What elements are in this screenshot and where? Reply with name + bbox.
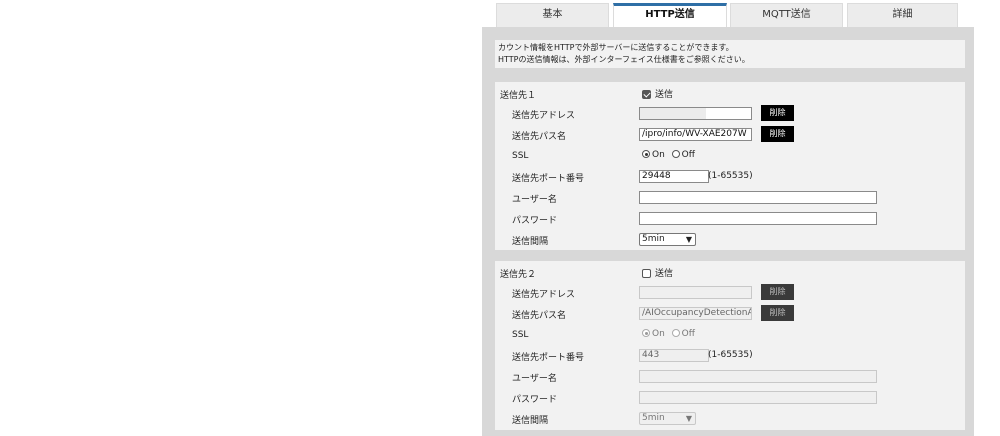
destination-1-password-input[interactable] — [639, 212, 877, 225]
destination-1-port-label: 送信先ポート番号 — [512, 174, 585, 184]
destination-2-interval-value: 5min — [642, 413, 665, 423]
destination-2-interval-select[interactable]: 5min ▼ — [639, 412, 696, 425]
description-line-2: HTTPの送信情報は、外部インターフェイス仕様書をご参照ください。 — [498, 55, 750, 64]
description-line-1: カウント情報をHTTPで外部サーバーに送信することができます。 — [498, 43, 734, 52]
destination-1-ssl-off-label: Off — [681, 150, 695, 160]
destination-1-enable[interactable]: 送信 — [642, 87, 673, 100]
destination-2-ssl-on-label: On — [652, 329, 665, 339]
destination-2-enable[interactable]: 送信 — [642, 266, 673, 279]
destination-1-password-label: パスワード — [512, 216, 558, 226]
destination-1-ssl-off-radio[interactable] — [671, 150, 680, 158]
tab-http-send[interactable]: HTTP送信 — [613, 3, 727, 27]
destination-2-port-input[interactable]: 443 — [639, 349, 709, 362]
chevron-down-icon: ▼ — [685, 235, 692, 244]
destination-1-interval-label: 送信間隔 — [512, 237, 549, 247]
destination-1-port-range: (1-65535) — [708, 171, 753, 181]
description-box: カウント情報をHTTPで外部サーバーに送信することができます。 HTTPの送信情… — [495, 40, 965, 68]
destination-1-path-delete-button[interactable]: 削除 — [761, 126, 794, 142]
destination-2-send-label: 送信 — [655, 269, 674, 279]
destination-1-address-label: 送信先アドレス — [512, 111, 576, 121]
destination-1-send-checkbox[interactable] — [642, 90, 651, 99]
destination-2-path-input[interactable]: /AIOccupancyDetectionAp — [639, 307, 752, 320]
destination-2-port-range: (1-65535) — [708, 350, 753, 360]
destination-2-ssl-off-radio[interactable] — [671, 329, 680, 337]
destination-1-interval-value: 5min — [642, 234, 665, 244]
destination-1-address-delete-button[interactable]: 削除 — [761, 105, 794, 121]
destination-1-username-input[interactable] — [639, 191, 877, 204]
destination-2-address-label: 送信先アドレス — [512, 290, 576, 300]
destination-2-address-input[interactable] — [639, 286, 752, 299]
destination-2-password-label: パスワード — [512, 395, 558, 405]
destination-2-ssl-label: SSL — [512, 330, 529, 340]
tab-bar: 基本 HTTP送信 MQTT送信 詳細 — [496, 3, 958, 27]
destination-1-title: 送信先１ — [500, 91, 537, 101]
destination-2-ssl-off-label: Off — [681, 329, 695, 339]
destination-2-path-label: 送信先パス名 — [512, 311, 567, 321]
destination-1-path-input[interactable]: /ipro/info/WV-XAE207W — [639, 128, 752, 141]
chevron-down-icon: ▼ — [685, 414, 692, 423]
tab-basic[interactable]: 基本 — [496, 3, 609, 27]
destination-2-path-delete-button[interactable]: 削除 — [761, 305, 794, 321]
tab-mqtt-send[interactable]: MQTT送信 — [730, 3, 843, 27]
destination-1-ssl-options: On Off — [642, 150, 695, 160]
destination-2-ssl-on-radio[interactable] — [642, 329, 650, 337]
destination-1-username-label: ユーザー名 — [512, 195, 557, 205]
tab-details[interactable]: 詳細 — [847, 3, 958, 27]
destination-2-ssl-options: On Off — [642, 329, 695, 339]
destination-1-interval-select[interactable]: 5min ▼ — [639, 233, 696, 246]
destination-1-section: 送信先１ 送信 送信先アドレス 削除 送信先パス名 /ipro/info/WV-… — [495, 82, 965, 250]
destination-2-port-label: 送信先ポート番号 — [512, 353, 585, 363]
destination-1-port-input[interactable]: 29448 — [639, 170, 709, 183]
destination-2-password-input[interactable] — [639, 391, 877, 404]
destination-2-interval-label: 送信間隔 — [512, 416, 549, 426]
destination-2-username-label: ユーザー名 — [512, 374, 557, 384]
destination-2-username-input[interactable] — [639, 370, 877, 383]
destination-1-ssl-label: SSL — [512, 151, 529, 161]
destination-1-address-input[interactable] — [639, 107, 752, 120]
destination-2-section: 送信先２ 送信 送信先アドレス 削除 送信先パス名 /AIOccupancyDe… — [495, 261, 965, 430]
destination-2-address-delete-button[interactable]: 削除 — [761, 284, 794, 300]
destination-1-ssl-on-radio[interactable] — [642, 150, 650, 158]
destination-1-ssl-on-label: On — [652, 150, 665, 160]
destination-1-path-label: 送信先パス名 — [512, 132, 567, 142]
destination-1-send-label: 送信 — [655, 90, 674, 100]
destination-2-title: 送信先２ — [500, 270, 537, 280]
destination-2-send-checkbox[interactable] — [642, 269, 651, 278]
